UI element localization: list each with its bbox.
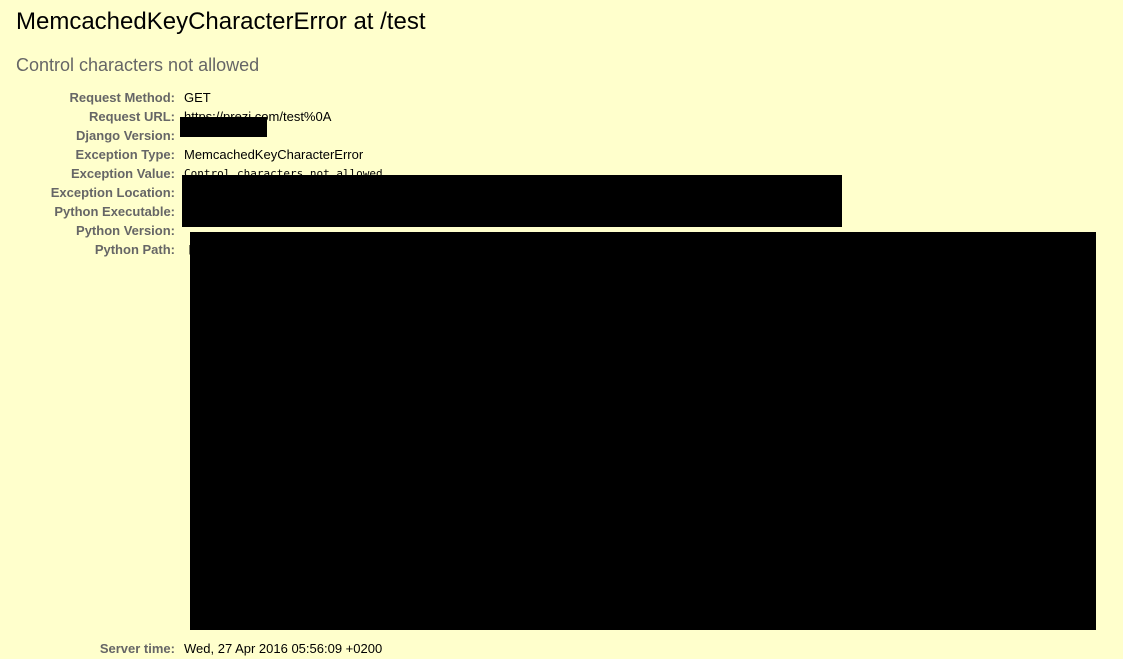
meta-label: Exception Value:	[70, 166, 175, 181]
meta-label-spacer	[16, 259, 184, 639]
page-title: MemcachedKeyCharacterError at /test	[16, 8, 426, 35]
meta-label: Request Method:	[69, 90, 175, 105]
meta-value: GET	[184, 90, 211, 105]
meta-row-server-time: Server time: Wed, 27 Apr 2016 05:56:09 +…	[16, 639, 383, 658]
redaction-django-version	[180, 117, 267, 137]
redaction-exception-location-executable-version	[182, 175, 842, 227]
meta-label: Python Version:	[76, 223, 175, 238]
meta-label: Python Executable:	[54, 204, 175, 219]
meta-label: Exception Type:	[75, 147, 175, 162]
meta-row-request-method: Request Method: GET	[16, 88, 383, 107]
redaction-python-path	[190, 232, 1096, 630]
meta-label: Django Version:	[76, 128, 175, 143]
meta-row-exception-type: Exception Type: MemcachedKeyCharacterErr…	[16, 145, 383, 164]
exception-subtitle: Control characters not allowed	[16, 55, 260, 75]
meta-value: Wed, 27 Apr 2016 05:56:09 +0200	[184, 641, 383, 656]
meta-value: MemcachedKeyCharacterError	[184, 147, 364, 162]
meta-label: Python Path:	[94, 242, 175, 257]
meta-label: Server time:	[99, 641, 175, 656]
meta-label: Request URL:	[89, 109, 175, 124]
meta-label: Exception Location:	[50, 185, 175, 200]
